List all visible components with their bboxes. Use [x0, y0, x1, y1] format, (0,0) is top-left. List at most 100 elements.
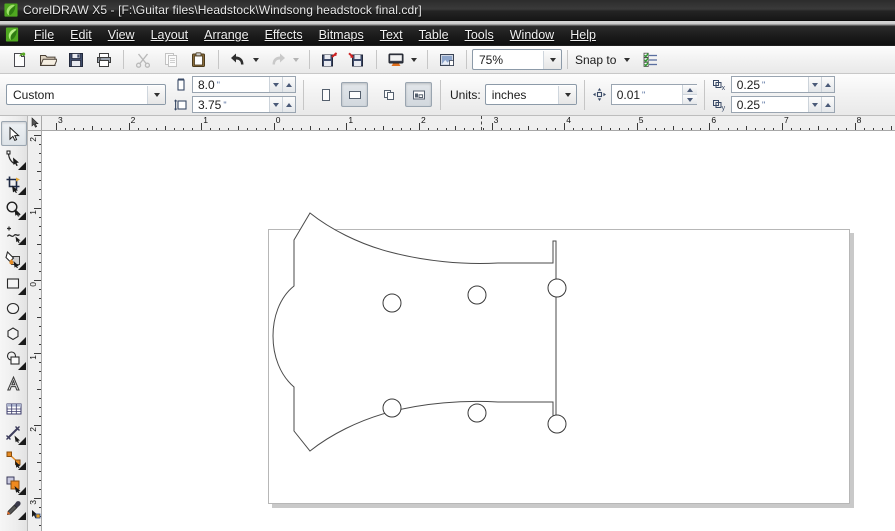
- horizontal-ruler[interactable]: 3 2 1 0 1 2 3 4 5 6 7 8: [42, 116, 895, 131]
- tool-shape[interactable]: [1, 146, 27, 171]
- tool-table[interactable]: [1, 396, 27, 421]
- tool-freehand[interactable]: [1, 221, 27, 246]
- duplicate-x-steppers[interactable]: [807, 77, 834, 92]
- tool-basic-shapes[interactable]: [1, 346, 27, 371]
- tool-text[interactable]: [1, 371, 27, 396]
- flyout-arrow-icon[interactable]: [17, 462, 26, 470]
- tuner-hole[interactable]: [382, 398, 402, 418]
- export-button[interactable]: [344, 47, 370, 72]
- tuner-hole[interactable]: [547, 414, 567, 434]
- page-width-spinbox[interactable]: 8.0 ": [192, 76, 296, 93]
- menu-file[interactable]: File: [26, 28, 62, 45]
- application-launcher-button[interactable]: [383, 47, 409, 72]
- nudge-offset-increment[interactable]: [681, 85, 697, 94]
- units-dropdown-button[interactable]: [557, 85, 576, 104]
- zoom-level-dropdown-button[interactable]: [543, 50, 561, 69]
- units-combo[interactable]: inches: [484, 84, 577, 105]
- menu-view[interactable]: View: [100, 28, 143, 45]
- undo-button[interactable]: [225, 47, 251, 72]
- page-width-increment[interactable]: [282, 77, 295, 92]
- page-height-spinbox[interactable]: 3.75 ": [192, 96, 296, 113]
- options-button[interactable]: [638, 47, 664, 72]
- flyout-arrow-icon[interactable]: [17, 337, 26, 345]
- duplicate-y-decrement[interactable]: [807, 97, 821, 112]
- headstock-artwork[interactable]: [43, 132, 895, 531]
- flyout-arrow-icon[interactable]: [17, 162, 26, 170]
- ruler-origin-button[interactable]: [28, 116, 42, 131]
- new-document-button[interactable]: [7, 47, 33, 72]
- tool-rectangle[interactable]: [1, 271, 27, 296]
- tool-smart-fill[interactable]: [1, 246, 27, 271]
- duplicate-y-increment[interactable]: [820, 97, 834, 112]
- paper-type-dropdown-button[interactable]: [147, 85, 165, 104]
- menu-edit[interactable]: Edit: [62, 28, 100, 45]
- page-height-decrement[interactable]: [269, 97, 282, 112]
- flyout-arrow-icon[interactable]: [17, 237, 26, 245]
- nudge-offset-steppers[interactable]: [681, 85, 697, 104]
- flyout-arrow-icon[interactable]: [17, 362, 26, 370]
- tool-polygon[interactable]: [1, 321, 27, 346]
- flyout-arrow-icon[interactable]: [17, 187, 26, 195]
- flyout-arrow-icon[interactable]: [17, 212, 26, 220]
- menu-bitmaps[interactable]: Bitmaps: [311, 28, 372, 45]
- flyout-arrow-icon[interactable]: [17, 287, 26, 295]
- snap-to-button[interactable]: Snap to: [573, 53, 631, 67]
- landscape-orientation-button[interactable]: [341, 82, 368, 107]
- tool-zoom[interactable]: [1, 196, 27, 221]
- page-height-increment[interactable]: [282, 97, 295, 112]
- tool-ellipse[interactable]: [1, 296, 27, 321]
- tool-pick[interactable]: [0, 121, 27, 146]
- redo-dropdown-button[interactable]: [292, 57, 304, 62]
- page-height-steppers[interactable]: [269, 97, 295, 112]
- launcher-dropdown-button[interactable]: [410, 57, 422, 62]
- tool-color-eyedropper[interactable]: [1, 496, 27, 521]
- menu-window[interactable]: Window: [502, 28, 562, 45]
- zoom-level-combo[interactable]: 75%: [472, 49, 562, 70]
- tool-blend[interactable]: [1, 471, 27, 496]
- drawing-canvas[interactable]: [43, 132, 895, 531]
- vertical-ruler[interactable]: 2101234: [28, 131, 42, 531]
- flyout-arrow-icon[interactable]: [17, 512, 26, 520]
- duplicate-y-spinbox[interactable]: 0.25 ": [730, 96, 835, 113]
- menu-arrange[interactable]: Arrange: [196, 28, 256, 45]
- tool-dimension[interactable]: [1, 421, 27, 446]
- flyout-arrow-icon[interactable]: [17, 437, 26, 445]
- tuner-hole[interactable]: [547, 278, 567, 298]
- menu-help[interactable]: Help: [562, 28, 604, 45]
- ruler-guideline-marker[interactable]: [480, 116, 482, 130]
- paste-button[interactable]: [186, 47, 212, 72]
- menu-tools[interactable]: Tools: [457, 28, 502, 45]
- page-width-decrement[interactable]: [269, 77, 282, 92]
- menu-effects[interactable]: Effects: [257, 28, 311, 45]
- duplicate-x-decrement[interactable]: [807, 77, 821, 92]
- nudge-offset-decrement[interactable]: [681, 94, 697, 104]
- paper-type-combo[interactable]: Custom: [6, 84, 166, 105]
- save-document-button[interactable]: [63, 47, 89, 72]
- redo-button[interactable]: [265, 47, 291, 72]
- import-button[interactable]: [316, 47, 342, 72]
- current-page-button[interactable]: [405, 82, 432, 107]
- open-document-button[interactable]: [35, 47, 61, 72]
- document-icon[interactable]: [5, 27, 20, 42]
- duplicate-x-increment[interactable]: [820, 77, 834, 92]
- tuner-hole[interactable]: [467, 403, 487, 423]
- cut-button[interactable]: [130, 47, 156, 72]
- tuner-hole[interactable]: [467, 285, 487, 305]
- tuner-hole[interactable]: [382, 293, 402, 313]
- nudge-offset-spinbox[interactable]: 0.01 ": [610, 84, 697, 105]
- duplicate-x-spinbox[interactable]: 0.25 ": [730, 76, 835, 93]
- flyout-arrow-icon[interactable]: [17, 262, 26, 270]
- menu-text[interactable]: Text: [372, 28, 411, 45]
- all-pages-button[interactable]: [376, 82, 403, 107]
- tool-connector[interactable]: [1, 446, 27, 471]
- flyout-arrow-icon[interactable]: [17, 312, 26, 320]
- menu-layout[interactable]: Layout: [143, 28, 197, 45]
- portrait-orientation-button[interactable]: [312, 82, 339, 107]
- print-document-button[interactable]: [91, 47, 117, 72]
- duplicate-y-steppers[interactable]: [807, 97, 834, 112]
- menu-table[interactable]: Table: [411, 28, 457, 45]
- tool-crop[interactable]: [1, 171, 27, 196]
- undo-dropdown-button[interactable]: [252, 57, 264, 62]
- headstock-outline[interactable]: [272, 212, 557, 452]
- page-width-steppers[interactable]: [269, 77, 295, 92]
